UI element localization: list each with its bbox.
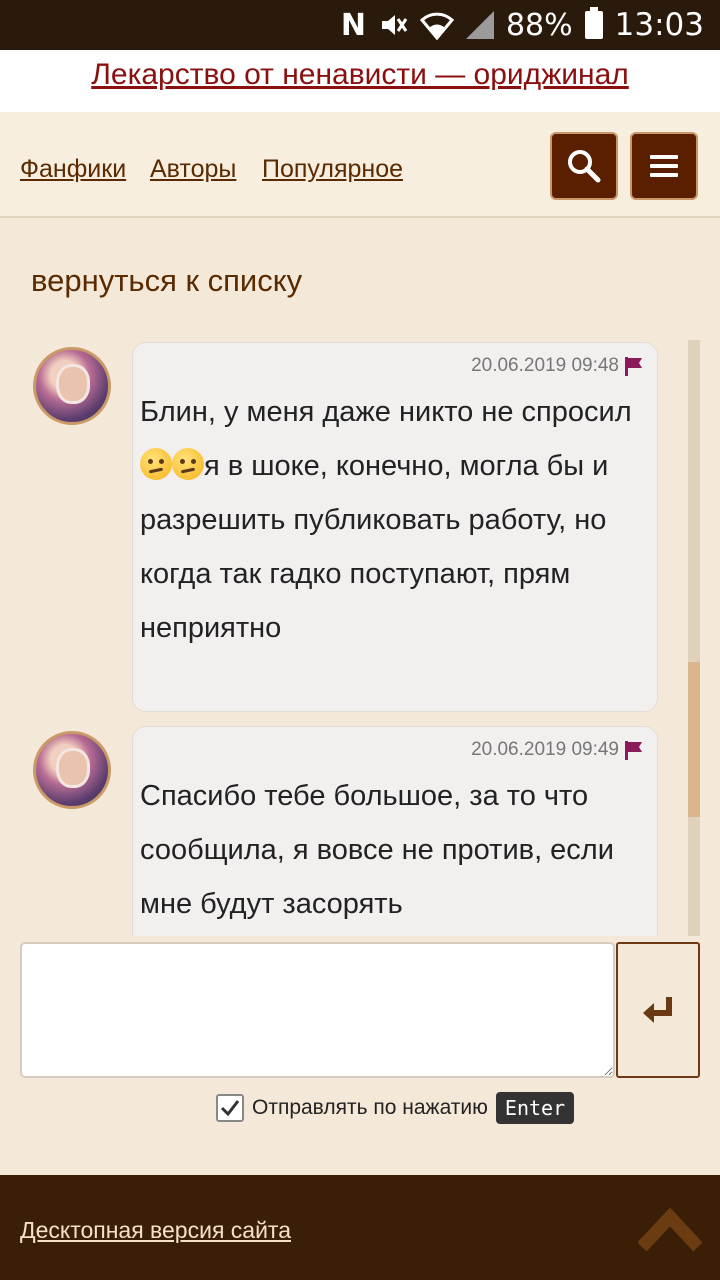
nav-link-popular[interactable]: Популярное [262, 155, 403, 184]
message-date: 20.06.2019 09:49 [471, 739, 619, 760]
message-text: Блин, у меня даже никто не спросил я в шо… [140, 385, 650, 655]
message-text: Спасибо тебе большое, за то что сообщила… [140, 780, 614, 920]
battery-icon [584, 7, 603, 39]
checkmark-icon [220, 1100, 240, 1117]
enter-key-badge: Enter [495, 1092, 575, 1124]
signal-icon [465, 11, 494, 39]
search-icon [568, 150, 601, 183]
comment-input[interactable] [20, 942, 615, 1078]
message-text-part: Блин, у меня даже никто не спросил [140, 396, 632, 428]
confused-face-icon [172, 448, 204, 480]
title-bar: Лекарство от ненависти — ориджинал [0, 50, 720, 112]
nav-bar: Фанфики Авторы Популярное [0, 112, 720, 218]
footer: Десктопная версия сайта [0, 1175, 720, 1280]
message-list[interactable]: 20.06.2019 09:48 Блин, у меня даже никто… [0, 330, 720, 936]
send-on-enter-row: Отправлять по нажатию Enter [216, 1090, 575, 1126]
message-date: 20.06.2019 09:48 [471, 355, 619, 376]
send-on-enter-label: Отправлять по нажатию [252, 1096, 488, 1119]
back-to-list-link[interactable]: вернуться к списку [31, 263, 302, 299]
nav-link-authors[interactable]: Авторы [150, 155, 236, 184]
work-title-link[interactable]: Лекарство от ненависти — ориджинал [91, 58, 629, 92]
message-bubble: 20.06.2019 09:49 Спасибо тебе большое, з… [132, 726, 658, 936]
menu-icon [650, 155, 678, 177]
send-on-enter-checkbox[interactable] [216, 1094, 244, 1122]
avatar[interactable] [33, 731, 111, 809]
battery-percent: 88% [505, 7, 573, 43]
mute-icon [381, 15, 408, 35]
menu-button[interactable] [630, 132, 698, 200]
enter-return-icon [643, 997, 672, 1023]
scroll-up-icon[interactable] [638, 1203, 702, 1255]
message-bubble: 20.06.2019 09:48 Блин, у меня даже никто… [132, 342, 658, 712]
clock: 13:03 [614, 7, 704, 43]
message-text-part: я в шоке, конечно, могла бы и разрешить … [140, 450, 609, 644]
flag-icon[interactable] [624, 356, 644, 376]
wifi-icon [419, 12, 454, 40]
send-button[interactable] [616, 942, 700, 1078]
scrollbar-thumb[interactable] [688, 662, 700, 817]
nfc-icon: N [340, 7, 366, 43]
confused-face-icon [140, 448, 172, 480]
desktop-version-link[interactable]: Десктопная версия сайта [20, 1217, 291, 1244]
search-button[interactable] [550, 132, 618, 200]
flag-icon[interactable] [624, 740, 644, 760]
status-bar: N 88% 13:03 [0, 0, 720, 50]
avatar[interactable] [33, 347, 111, 425]
scrollbar-track[interactable] [688, 340, 700, 936]
nav-link-fanfics[interactable]: Фанфики [20, 155, 126, 184]
